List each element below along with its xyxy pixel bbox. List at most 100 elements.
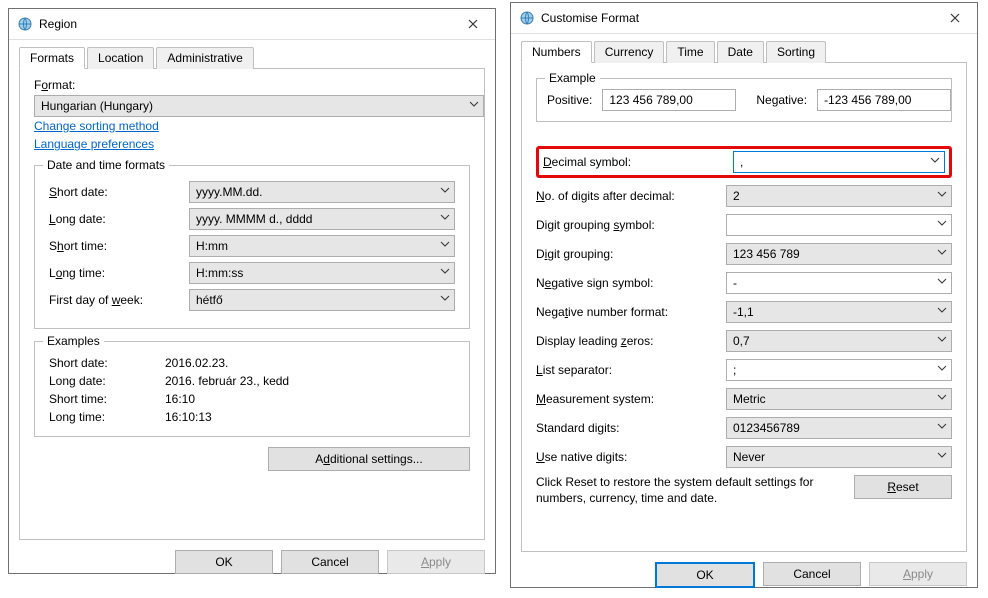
chevron-down-icon [937,421,947,431]
close-button[interactable] [453,14,493,34]
chevron-down-icon [937,189,947,199]
decimal-symbol-highlight: Decimal symbol: , [536,146,952,178]
negative-format-combo[interactable]: -1,1 [726,301,952,323]
tab-location[interactable]: Location [87,47,154,69]
chevron-down-icon [440,239,450,249]
list-separator-value: ; [733,363,736,377]
decimal-symbol-label: Decimal symbol: [543,155,733,169]
globe-icon [519,10,535,26]
measurement-system-label: Measurement system: [536,392,726,406]
digit-grouping-combo[interactable]: 123 456 789 [726,243,952,265]
no-of-digits-combo[interactable]: 2 [726,185,952,207]
ok-button[interactable]: OK [655,562,755,588]
first-day-of-week-label: First day of week: [49,293,189,307]
format-combo[interactable]: Hungarian (Hungary) [34,95,484,117]
date-time-formats-legend: Date and time formats [43,158,169,172]
short-time-combo[interactable]: H:mm [189,235,455,257]
digit-grouping-symbol-combo[interactable] [726,214,952,236]
chevron-down-icon [440,212,450,222]
use-native-digits-value: Never [733,450,765,464]
date-time-formats-group: Date and time formats Short date: yyyy.M… [34,165,470,329]
tab-date[interactable]: Date [717,41,764,63]
positive-value: 123 456 789,00 [602,89,736,111]
long-time-value: H:mm:ss [196,266,243,280]
language-preferences-link[interactable]: Language preferences [34,137,154,151]
tab-numbers[interactable]: Numbers [521,41,592,63]
reset-description: Click Reset to restore the system defaul… [536,475,842,506]
tab-formats[interactable]: Formats [19,47,85,69]
long-date-combo[interactable]: yyyy. MMMM d., dddd [189,208,455,230]
negative-sign-value: - [733,276,737,290]
reset-button[interactable]: Reset [854,475,952,499]
apply-button: Apply [387,550,485,574]
standard-digits-combo[interactable]: 0123456789 [726,417,952,439]
negative-value: -123 456 789,00 [817,89,951,111]
tab-time[interactable]: Time [666,41,714,63]
tab-administrative[interactable]: Administrative [156,47,253,69]
cancel-button[interactable]: Cancel [281,550,379,574]
list-separator-label: List separator: [536,363,726,377]
chevron-down-icon [440,185,450,195]
digit-grouping-value: 123 456 789 [733,247,800,261]
change-sorting-link[interactable]: Change sorting method [34,119,159,133]
tab-currency[interactable]: Currency [594,41,665,63]
region-titlebar: Region [9,9,495,40]
example-legend: Example [545,71,600,85]
chevron-down-icon [469,99,479,109]
chevron-down-icon [937,305,947,315]
ok-button[interactable]: OK [175,550,273,574]
apply-button: Apply [869,562,967,586]
examples-group: Examples Short date:2016.02.23. Long dat… [34,341,470,437]
region-tabs: Formats Location Administrative [19,47,485,69]
region-bottom-buttons: OK Cancel Apply [19,550,485,574]
long-time-label: Long time: [49,266,189,280]
chevron-down-icon [937,276,947,286]
standard-digits-value: 0123456789 [733,421,800,435]
chevron-down-icon [937,450,947,460]
use-native-digits-label: Use native digits: [536,450,726,464]
chevron-down-icon [930,155,940,165]
negative-sign-combo[interactable]: - [726,272,952,294]
ex-long-time-val: 16:10:13 [165,410,212,424]
ex-short-date-key: Short date: [49,356,165,370]
no-of-digits-label: No. of digits after decimal: [536,189,726,203]
first-day-of-week-combo[interactable]: hétfő [189,289,455,311]
chevron-down-icon [440,293,450,303]
digit-grouping-symbol-label: Digit grouping symbol: [536,218,726,232]
customise-tabs: Numbers Currency Time Date Sorting [521,41,967,63]
ex-short-time-key: Short time: [49,392,165,406]
short-date-combo[interactable]: yyyy.MM.dd. [189,181,455,203]
customise-bottom-buttons: OK Cancel Apply [521,562,967,588]
cancel-button[interactable]: Cancel [763,562,861,586]
customise-title: Customise Format [541,11,969,25]
list-separator-combo[interactable]: ; [726,359,952,381]
short-date-label: Short date: [49,185,189,199]
chevron-down-icon [937,218,947,228]
tab-sorting[interactable]: Sorting [766,41,826,63]
chevron-down-icon [937,392,947,402]
short-time-label: Short time: [49,239,189,253]
use-native-digits-combo[interactable]: Never [726,446,952,468]
numbers-panel: Example Positive: 123 456 789,00 Negativ… [521,62,967,552]
digit-grouping-label: Digit grouping: [536,247,726,261]
customise-client: Numbers Currency Time Date Sorting Examp… [511,34,977,598]
leading-zeros-combo[interactable]: 0,7 [726,330,952,352]
region-title: Region [39,17,487,31]
close-button[interactable] [935,8,975,28]
additional-settings-button[interactable]: Additional settings... [268,447,470,471]
decimal-symbol-combo[interactable]: , [733,151,945,173]
globe-icon [17,16,33,32]
chevron-down-icon [937,334,947,344]
measurement-system-combo[interactable]: Metric [726,388,952,410]
long-time-combo[interactable]: H:mm:ss [189,262,455,284]
leading-zeros-label: Display leading zeros: [536,334,726,348]
ex-long-date-val: 2016. február 23., kedd [165,374,289,388]
region-client: Formats Location Administrative Format: … [9,40,495,584]
format-label: Format: [34,78,470,92]
measurement-system-value: Metric [733,392,766,406]
standard-digits-label: Standard digits: [536,421,726,435]
region-window: Region Formats Location Administrative F… [8,8,496,574]
customise-format-window: Customise Format Numbers Currency Time D… [510,2,978,588]
ex-short-time-val: 16:10 [165,392,195,406]
examples-legend: Examples [43,334,104,348]
